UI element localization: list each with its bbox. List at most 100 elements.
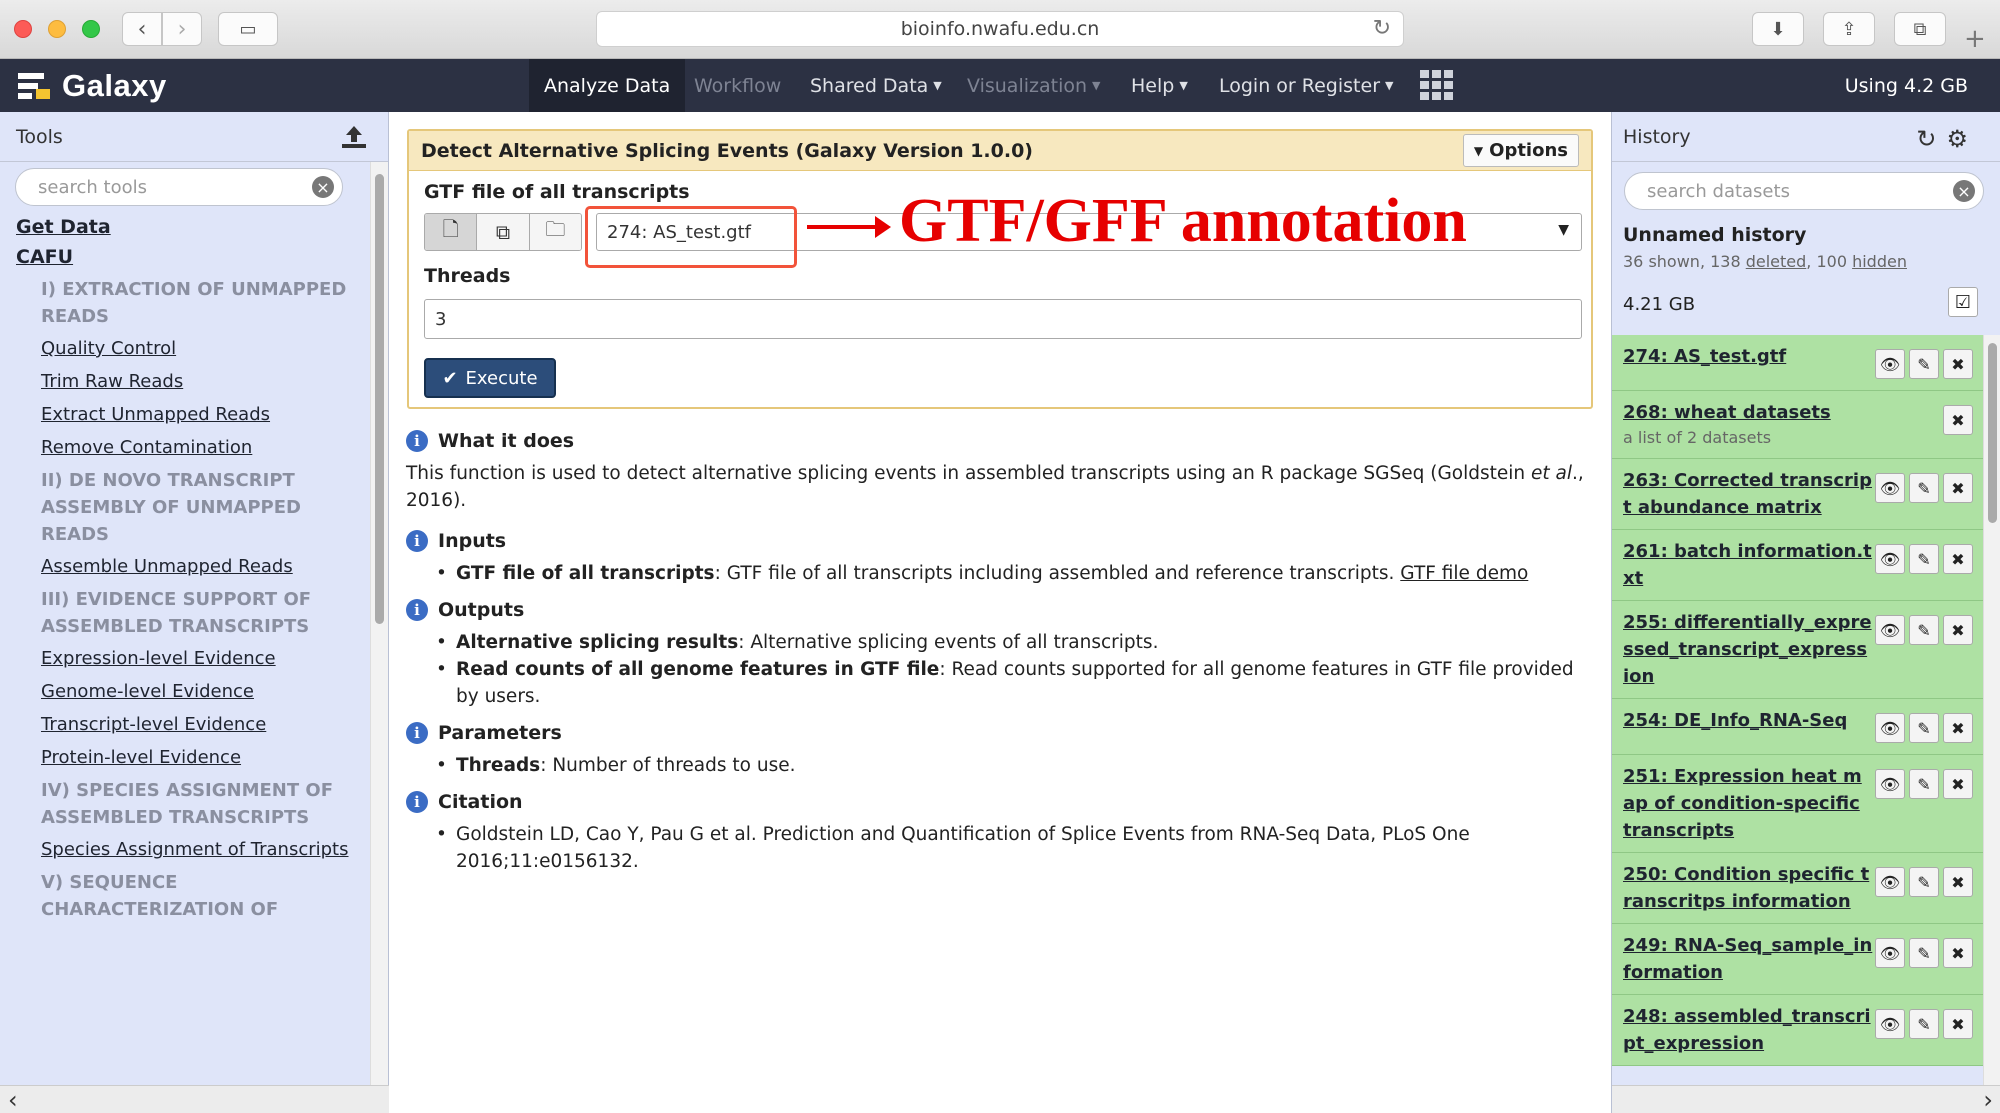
refresh-icon[interactable]: ↻ [1916, 125, 1946, 153]
history-search-input[interactable]: search datasets × [1624, 172, 1984, 210]
delete-icon[interactable]: ✖ [1943, 713, 1973, 743]
dataset-title[interactable]: 248: assembled_transcript_expression [1623, 1003, 1873, 1057]
dataset-item[interactable]: 248: assembled_transcript_expression 👁 ✎ ✖ [1612, 995, 1983, 1066]
back-button[interactable]: ‹ [122, 12, 162, 46]
eye-icon[interactable]: 👁 [1875, 769, 1905, 799]
eye-icon[interactable]: 👁 [1875, 713, 1905, 743]
pencil-icon[interactable]: ✎ [1909, 1009, 1939, 1039]
dataset-item[interactable]: 268: wheat datasets a list of 2 datasets… [1612, 391, 1983, 459]
forward-button[interactable]: › [162, 12, 202, 46]
maximize-window-button[interactable] [82, 20, 100, 38]
download-icon[interactable]: ⬇ [1752, 12, 1804, 46]
tabs-overview-icon[interactable]: ⧉ [1894, 12, 1946, 46]
pencil-icon[interactable]: ✎ [1909, 349, 1939, 379]
clear-search-icon[interactable]: × [312, 176, 334, 198]
dataset-item[interactable]: 249: RNA-Seq_sample_information 👁 ✎ ✖ [1612, 924, 1983, 995]
upload-icon[interactable] [340, 124, 368, 150]
delete-icon[interactable]: ✖ [1943, 473, 1973, 503]
close-window-button[interactable] [14, 20, 32, 38]
dataset-item[interactable]: 274: AS_test.gtf 👁 ✎ ✖ [1612, 335, 1983, 391]
dataset-title[interactable]: 250: Condition specific transcritps info… [1623, 861, 1873, 915]
dataset-item[interactable]: 250: Condition specific transcritps info… [1612, 853, 1983, 924]
history-name[interactable]: Unnamed history [1623, 224, 1806, 246]
dataset-item[interactable]: 263: Corrected transcript abundance matr… [1612, 459, 1983, 530]
dataset-title[interactable]: 268: wheat datasets [1623, 399, 1873, 426]
deleted-link[interactable]: deleted [1746, 252, 1807, 271]
delete-icon[interactable]: ✖ [1943, 938, 1973, 968]
pencil-icon[interactable]: ✎ [1909, 867, 1939, 897]
tool-link-extract-unmapped-reads[interactable]: Extract Unmapped Reads [41, 402, 370, 428]
tool-link-transcript-evidence[interactable]: Transcript-level Evidence [41, 712, 370, 738]
eye-icon[interactable]: 👁 [1875, 349, 1905, 379]
eye-icon[interactable]: 👁 [1875, 1009, 1905, 1039]
apps-grid-icon[interactable] [1420, 70, 1454, 100]
nav-workflow[interactable]: Workflow [679, 59, 796, 112]
gear-icon[interactable]: ⚙ [1946, 125, 1978, 153]
dataset-title[interactable]: 255: differentially_expressed_transcript… [1623, 609, 1873, 690]
collapse-right-icon[interactable]: › [1983, 1086, 1993, 1113]
tool-link-remove-contamination[interactable]: Remove Contamination [41, 435, 370, 461]
nav-shared-data[interactable]: Shared Data ▼ [795, 59, 957, 112]
eye-icon[interactable]: 👁 [1875, 473, 1905, 503]
dataset-collection-icon[interactable]: 🗀 [529, 214, 581, 250]
history-scrollbar[interactable] [1983, 335, 2000, 1097]
dataset-item[interactable]: 254: DE_Info_RNA-Seq 👁 ✎ ✖ [1612, 699, 1983, 755]
tool-link-genome-evidence[interactable]: Genome-level Evidence [41, 679, 370, 705]
tool-link-quality-control[interactable]: Quality Control [41, 336, 370, 362]
delete-icon[interactable]: ✖ [1943, 769, 1973, 799]
eye-icon[interactable]: 👁 [1875, 938, 1905, 968]
dataset-item[interactable]: 255: differentially_expressed_transcript… [1612, 601, 1983, 699]
address-bar[interactable]: bioinfo.nwafu.edu.cn ↻ [596, 11, 1404, 47]
share-icon[interactable]: ⇪ [1823, 12, 1875, 46]
scrollbar-thumb[interactable] [375, 174, 384, 624]
clear-search-icon[interactable]: × [1953, 180, 1975, 202]
nav-analyze-data[interactable]: Analyze Data [529, 59, 686, 112]
galaxy-logo[interactable]: Galaxy [18, 59, 167, 112]
tool-link-species-assignment[interactable]: Species Assignment of Transcripts [41, 837, 370, 863]
eye-icon[interactable]: 👁 [1875, 544, 1905, 574]
eye-icon[interactable]: 👁 [1875, 867, 1905, 897]
new-tab-icon[interactable]: + [1964, 24, 1986, 54]
tool-link-protein-evidence[interactable]: Protein-level Evidence [41, 745, 370, 771]
single-dataset-icon[interactable]: 🗋 [425, 214, 478, 250]
threads-input[interactable]: 3 [424, 299, 1582, 339]
execute-button[interactable]: ✔ Execute [424, 358, 556, 398]
select-datasets-icon[interactable]: ☑ [1948, 287, 1978, 317]
pencil-icon[interactable]: ✎ [1909, 615, 1939, 645]
scrollbar-thumb[interactable] [1988, 343, 1997, 523]
nav-visualization[interactable]: Visualization ▼ [952, 59, 1115, 112]
multiple-datasets-icon[interactable]: ⧉ [477, 214, 530, 250]
pencil-icon[interactable]: ✎ [1909, 713, 1939, 743]
collapse-left-icon[interactable]: ‹ [8, 1086, 18, 1113]
dataset-title[interactable]: 254: DE_Info_RNA-Seq [1623, 707, 1873, 734]
dataset-title[interactable]: 263: Corrected transcript abundance matr… [1623, 467, 1873, 521]
delete-icon[interactable]: ✖ [1943, 405, 1973, 435]
minimize-window-button[interactable] [48, 20, 66, 38]
dataset-item[interactable]: 251: Expression heat map of condition-sp… [1612, 755, 1983, 853]
dataset-item[interactable]: 261: batch information.txt 👁 ✎ ✖ [1612, 530, 1983, 601]
dataset-title[interactable]: 251: Expression heat map of condition-sp… [1623, 763, 1873, 844]
pencil-icon[interactable]: ✎ [1909, 473, 1939, 503]
tool-search-input[interactable]: search tools × [15, 168, 343, 206]
hidden-link[interactable]: hidden [1852, 252, 1907, 271]
nav-login-register[interactable]: Login or Register ▼ [1204, 59, 1408, 112]
delete-icon[interactable]: ✖ [1943, 615, 1973, 645]
eye-icon[interactable]: 👁 [1875, 615, 1905, 645]
dataset-title[interactable]: 261: batch information.txt [1623, 538, 1873, 592]
gtf-demo-link[interactable]: GTF file demo [1400, 563, 1528, 584]
nav-help[interactable]: Help ▼ [1116, 59, 1203, 112]
delete-icon[interactable]: ✖ [1943, 1009, 1973, 1039]
tool-link-expression-evidence[interactable]: Expression-level Evidence [41, 646, 370, 672]
delete-icon[interactable]: ✖ [1943, 544, 1973, 574]
dataset-title[interactable]: 249: RNA-Seq_sample_information [1623, 932, 1873, 986]
dataset-title[interactable]: 274: AS_test.gtf [1623, 343, 1873, 370]
delete-icon[interactable]: ✖ [1943, 867, 1973, 897]
options-button[interactable]: ▼ Options [1462, 134, 1579, 167]
sidebar-toggle-icon[interactable]: ▭ [218, 12, 278, 46]
tool-link-trim-raw-reads[interactable]: Trim Raw Reads [41, 369, 370, 395]
tool-panel-scrollbar[interactable] [370, 162, 388, 1097]
delete-icon[interactable]: ✖ [1943, 349, 1973, 379]
pencil-icon[interactable]: ✎ [1909, 769, 1939, 799]
tool-link-assemble-unmapped-reads[interactable]: Assemble Unmapped Reads [41, 554, 370, 580]
reload-icon[interactable]: ↻ [1373, 16, 1391, 41]
